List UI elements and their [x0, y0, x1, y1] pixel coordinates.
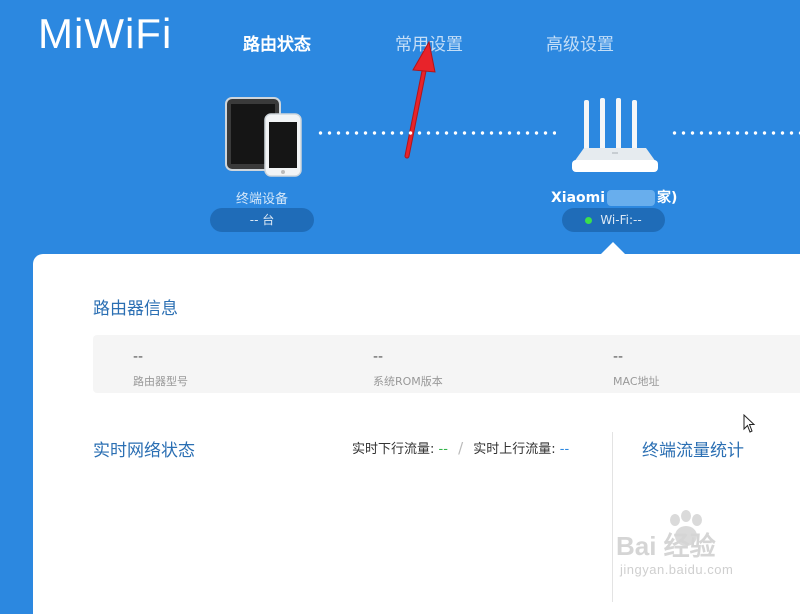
- connection-dots-right: [670, 131, 800, 135]
- terminal-devices-icon[interactable]: [224, 96, 306, 178]
- router-model-value: --: [133, 349, 144, 365]
- router-name-suffix: 家): [657, 190, 678, 206]
- rom-version-value: --: [373, 349, 384, 365]
- baidu-jingyan-watermark: Bai 经验 jingyan.baidu.com: [610, 510, 790, 600]
- traffic-separator: /: [458, 439, 464, 457]
- upload-label: 实时上行流量:: [473, 442, 556, 457]
- terminal-devices-label: 终端设备: [235, 192, 288, 207]
- router-name-prefix: Xiaomi: [551, 190, 606, 206]
- router-model-label: 路由器型号: [133, 375, 188, 388]
- rom-version-label: 系统ROM版本: [373, 375, 443, 388]
- upload-value: --: [559, 442, 570, 457]
- router-info-box: -- 路由器型号 -- 系统ROM版本 -- MAC地址: [93, 335, 800, 393]
- connection-dots-left: [316, 131, 556, 135]
- wifi-status-badge: Wi-Fi:--: [562, 208, 665, 232]
- router-name: Xiaomi 家): [551, 187, 677, 207]
- redacted-block: [607, 190, 656, 206]
- wifi-status-text: Wi-Fi:--: [600, 213, 642, 227]
- annotation-arrow-icon: [404, 40, 436, 159]
- mac-address-label: MAC地址: [613, 375, 660, 388]
- device-count-badge: -- 台: [210, 208, 314, 232]
- network-status-title: 实时网络状态: [93, 441, 195, 461]
- mac-address-value: --: [613, 349, 624, 365]
- traffic-readout: 实时下行流量: -- / 实时上行流量: --: [352, 438, 569, 457]
- terminal-traffic-title: 终端流量统计: [642, 441, 744, 461]
- wifi-status-dot: [585, 217, 593, 224]
- router-info-title: 路由器信息: [93, 299, 178, 319]
- tab-advanced-settings[interactable]: 高级设置: [546, 30, 614, 55]
- miwifi-logo: MiWiFi: [38, 10, 173, 57]
- panel-pointer: [601, 242, 625, 254]
- mouse-cursor-icon: [743, 414, 756, 433]
- download-label: 实时下行流量:: [352, 442, 435, 457]
- download-value: --: [438, 442, 448, 457]
- router-icon[interactable]: [570, 96, 660, 180]
- watermark-url: jingyan.baidu.com: [620, 562, 734, 577]
- watermark-main-text: Bai 经验: [616, 531, 716, 561]
- tab-router-status[interactable]: 路由状态: [243, 30, 311, 55]
